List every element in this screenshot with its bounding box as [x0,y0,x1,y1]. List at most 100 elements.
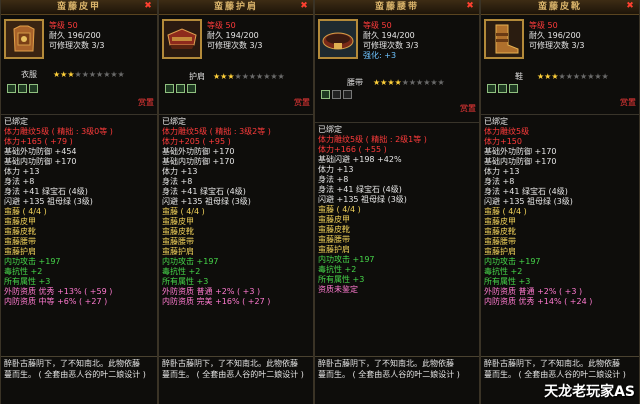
watermark: 天龙老玩家AS [544,384,635,400]
attribute-line: 体力+150 [484,137,522,146]
gem-sockets [321,90,354,102]
attribute-line: 闪避 +135 祖母绿 (3级) [484,197,573,206]
attribute-line: 毒抗性 +2 [162,267,201,276]
level-text: 等级 50 [49,21,78,30]
durability-text: 耐久 196/200 [529,31,581,40]
star-empty-icon: ★ [241,72,249,81]
attribute-line: 毒抗性 +2 [4,267,43,276]
attribute-lines: 体力雕纹5级 ( 精拙 : 3级0等 ) 体力+165 ( +79 ) 基础外功防御… [4,127,154,307]
gem-socket-icon [7,84,16,93]
price-label: 赏置 [460,104,476,113]
slot-area: 护肩 ★★★★★★★★★★ 赏置 [159,68,313,112]
star-empty-icon: ★ [565,72,573,81]
attribute-line: 基础内功防御 +170 [484,157,557,166]
close-icon[interactable]: ✖ [466,1,476,12]
slot-area: 腰带 ★★★★★★★★★★ 赏置 [315,74,479,118]
slot-label: 腰带 [347,78,363,87]
durability-text: 耐久 196/200 [49,31,101,40]
attribute-line: 蛮藤皮甲 [484,217,516,226]
attribute-lines: 体力雕纹5级 体力+150 基础外功防御 +170 基础内功防御 +170 体力 +13… [484,127,636,307]
flavor-line-2: 蔓而生。 ( 全套由恶人谷的叶二娘设计 ) [318,370,460,379]
gem-socket-icon [487,84,496,93]
attribute-line: 蛮藤腰带 [318,235,350,244]
attribute-line: 蛮藤 ( 4/4 ) [484,207,527,216]
attribute-line: 身法 +8 [318,175,349,184]
price-label: 赏置 [138,98,154,107]
price-label: 赏置 [620,98,636,107]
attribute-line: 基础闪避 +198 +42% [318,155,402,164]
close-icon[interactable]: ✖ [626,1,636,12]
panel-title: 蛮藤皮靴 ✖ [481,0,639,15]
close-icon[interactable]: ✖ [300,1,310,12]
attribute-line: 蛮藤 ( 4/4 ) [162,207,205,216]
attribute-line: 蛮藤 ( 4/4 ) [4,207,47,216]
attribute-line: 体力雕纹5级 ( 精拙 : 3级2等 ) [162,127,271,136]
gem-socket-icon [176,84,185,93]
panel-title: 蛮藤护肩 ✖ [159,0,313,15]
star-empty-icon: ★ [572,72,581,81]
item-icon-armor [4,19,44,59]
flavor-line-1: 醉卧古藤阴下，了不知南北。此物依藤 [162,359,298,368]
tooltip-panel-belt: 蛮藤腰带 ✖ 等级 50 耐久 194/200 可修理次数 3/3 强化: +3… [314,0,480,404]
repair-text: 可修理次数 3/3 [529,41,585,50]
star-empty-icon: ★ [430,78,438,87]
item-name: 蛮藤皮靴 [537,2,582,12]
attribute-line: 体力+165 ( +79 ) [4,137,73,146]
attribute-line: 蛮藤皮靴 [484,227,516,236]
gem-socket-icon [187,84,196,93]
attribute-line: 体力+166 ( +55 ) [318,145,387,154]
attribute-line: 基础外功防御 +170 [484,147,557,156]
star-filled-icon: ★ [394,78,402,87]
attribute-line: 体力雕纹5级 ( 精拙 : 2级1等 ) [318,135,427,144]
attribute-line: 蛮藤皮靴 [162,227,194,236]
attribute-line: 体力 +13 [162,167,198,176]
attribute-line: 蛮藤腰带 [162,237,194,246]
star-empty-icon: ★ [277,72,285,81]
attribute-line: 内防资质 优秀 +14% ( +24 ) [484,297,593,306]
star-empty-icon: ★ [594,72,602,81]
slot-label: 衣服 [21,70,37,79]
attribute-line: 身法 +41 绿宝石 (4级) [484,187,568,196]
star-rating: ★★★★★★★★★★ [537,72,609,82]
bound-status: 已绑定 [162,117,186,126]
gem-socket-icon [498,84,507,93]
attribute-line: 蛮藤皮甲 [318,215,350,224]
star-rating: ★★★★★★★★★★ [213,72,285,82]
attribute-line: 蛮藤皮甲 [4,217,36,226]
attribute-line: 体力 +13 [318,165,354,174]
attribute-line: 蛮藤皮靴 [4,227,36,236]
panel-title: 蛮藤皮甲 ✖ [1,0,157,15]
bound-status: 已绑定 [4,117,28,126]
bound-status: 已绑定 [318,125,342,134]
star-empty-icon: ★ [401,78,409,87]
attribute-lines: 体力雕纹5级 ( 精拙 : 3级2等 ) 体力+205 ( +95 ) 基础外功防御… [162,127,310,307]
attribute-line: 身法 +8 [4,177,35,186]
flavor-text: 醉卧古藤阴下，了不知南北。此物依藤 蔓而生。 ( 全套由恶人谷的叶二娘设计 ) [159,356,313,404]
attribute-line: 内功攻击 +197 [162,257,219,266]
level-text: 等级 50 [207,21,236,30]
star-empty-icon: ★ [117,70,125,79]
attribute-line: 外防资质 优秀 +13% ( +59 ) [4,287,113,296]
gem-socket-icon [332,90,341,99]
star-empty-icon: ★ [270,72,278,81]
star-empty-icon: ★ [248,72,257,81]
attribute-line: 蛮藤皮靴 [318,225,350,234]
attribute-line: 内功攻击 +197 [4,257,61,266]
close-icon[interactable]: ✖ [144,1,154,12]
level-text: 等级 50 [529,21,558,30]
attribute-line: 体力 +13 [484,167,520,176]
star-filled-icon: ★ [551,72,559,81]
attribute-line: 身法 +41 绿宝石 (4级) [4,187,88,196]
repair-text: 可修理次数 3/3 [207,41,263,50]
price-label: 赏置 [294,98,310,107]
bound-status: 已绑定 [484,117,508,126]
attribute-line: 体力+205 ( +95 ) [162,137,231,146]
level-text: 等级 50 [363,21,392,30]
star-rating: ★★★★★★★★★★ [53,70,125,80]
star-filled-icon: ★ [67,70,75,79]
gem-sockets [7,84,40,96]
attribute-line: 蛮藤护肩 [4,247,36,256]
attribute-list: 已绑定 体力雕纹5级 ( 精拙 : 2级1等 ) 体力+166 ( +55 ) 基础… [315,122,479,297]
enhance-text: 强化: +3 [363,51,397,60]
attribute-line: 基础外功防御 +454 [4,147,77,156]
